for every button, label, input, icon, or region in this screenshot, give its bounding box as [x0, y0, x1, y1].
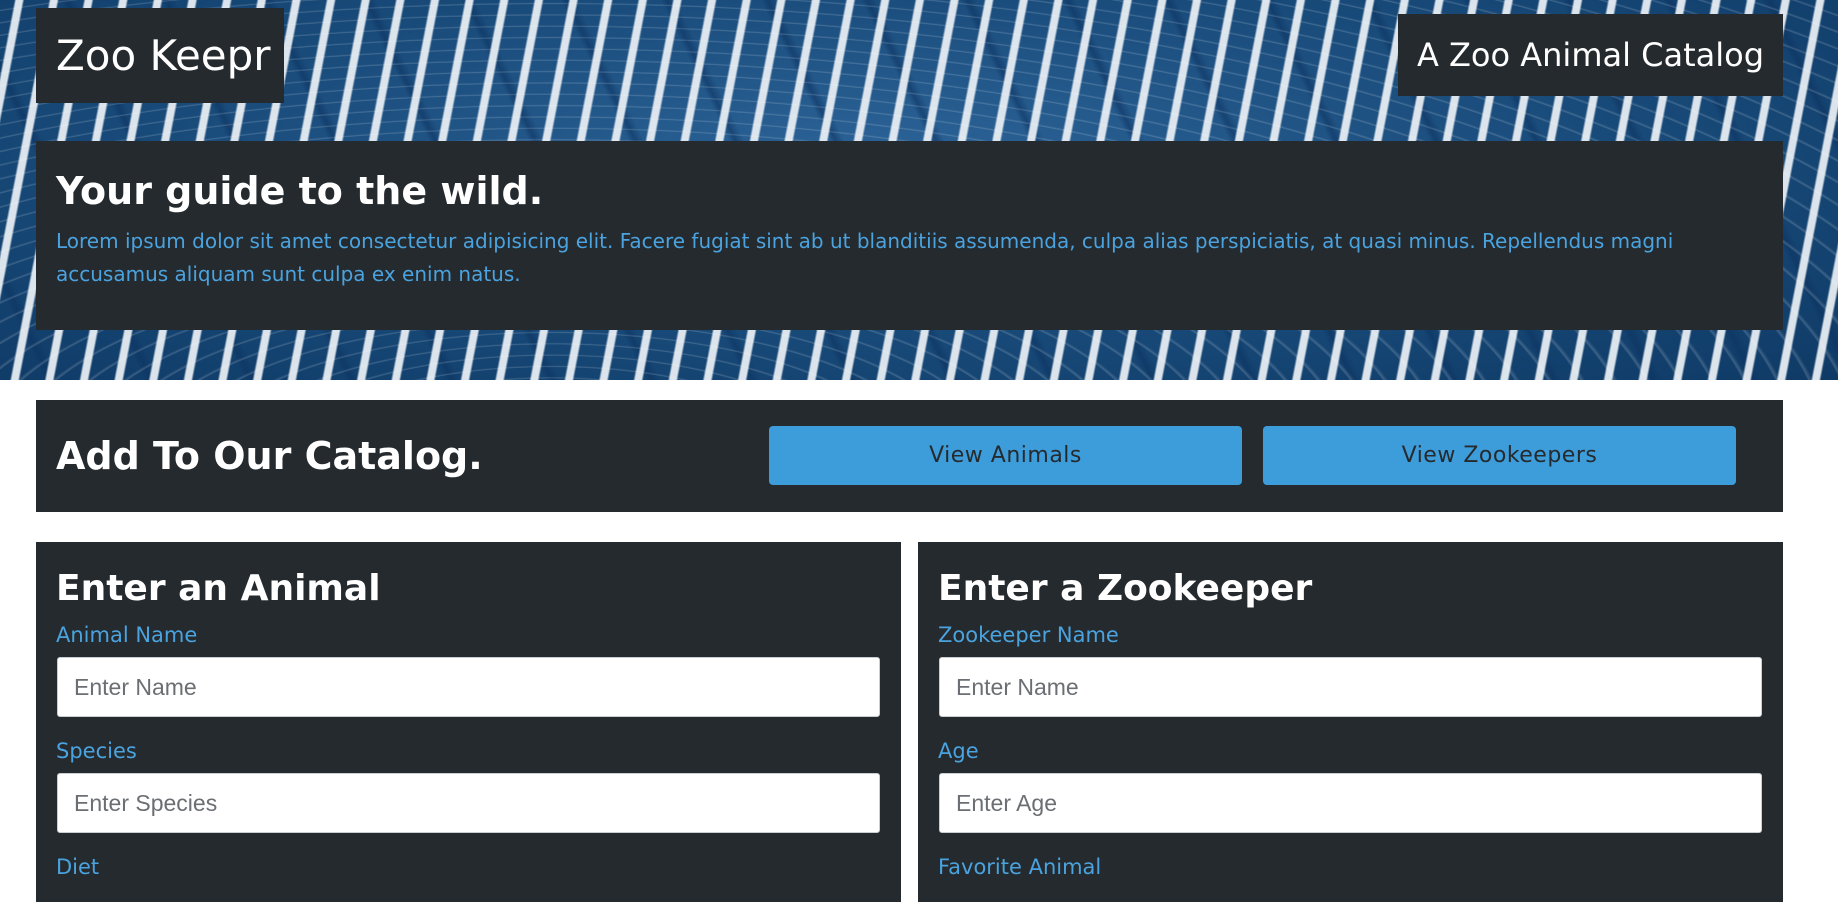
site-tagline: A Zoo Animal Catalog: [1416, 36, 1765, 74]
species-input[interactable]: [57, 773, 880, 833]
intro-panel: Your guide to the wild. Lorem ipsum dolo…: [36, 141, 1783, 330]
view-animals-button[interactable]: View Animals: [769, 426, 1242, 485]
favorite-animal-label: Favorite Animal: [938, 855, 1102, 879]
catalog-title: Add To Our Catalog.: [56, 434, 483, 478]
zookeeper-form: Enter a Zookeeper Zookeeper Name Age Fav…: [918, 542, 1783, 902]
zookeeper-name-input[interactable]: [939, 657, 1762, 717]
animal-form-title: Enter an Animal: [56, 568, 381, 609]
logo-box[interactable]: Zoo Keepr: [36, 8, 284, 103]
zookeeper-name-label: Zookeeper Name: [938, 623, 1119, 647]
zookeeper-form-title: Enter a Zookeeper: [938, 568, 1313, 609]
animal-name-label: Animal Name: [56, 623, 198, 647]
intro-title: Your guide to the wild.: [56, 169, 544, 213]
age-label: Age: [938, 739, 979, 763]
animal-name-input[interactable]: [57, 657, 880, 717]
tagline-box: A Zoo Animal Catalog: [1398, 14, 1783, 96]
hero-banner: Zoo Keepr A Zoo Animal Catalog Your guid…: [0, 0, 1838, 380]
species-label: Species: [56, 739, 137, 763]
diet-label: Diet: [56, 855, 100, 879]
view-zookeepers-button[interactable]: View Zookeepers: [1263, 426, 1736, 485]
catalog-bar: Add To Our Catalog. View Animals View Zo…: [36, 400, 1783, 512]
animal-form: Enter an Animal Animal Name Species Diet: [36, 542, 901, 902]
site-logo[interactable]: Zoo Keepr: [56, 31, 271, 80]
age-input[interactable]: [939, 773, 1762, 833]
intro-text: Lorem ipsum dolor sit amet consectetur a…: [56, 229, 1674, 286]
